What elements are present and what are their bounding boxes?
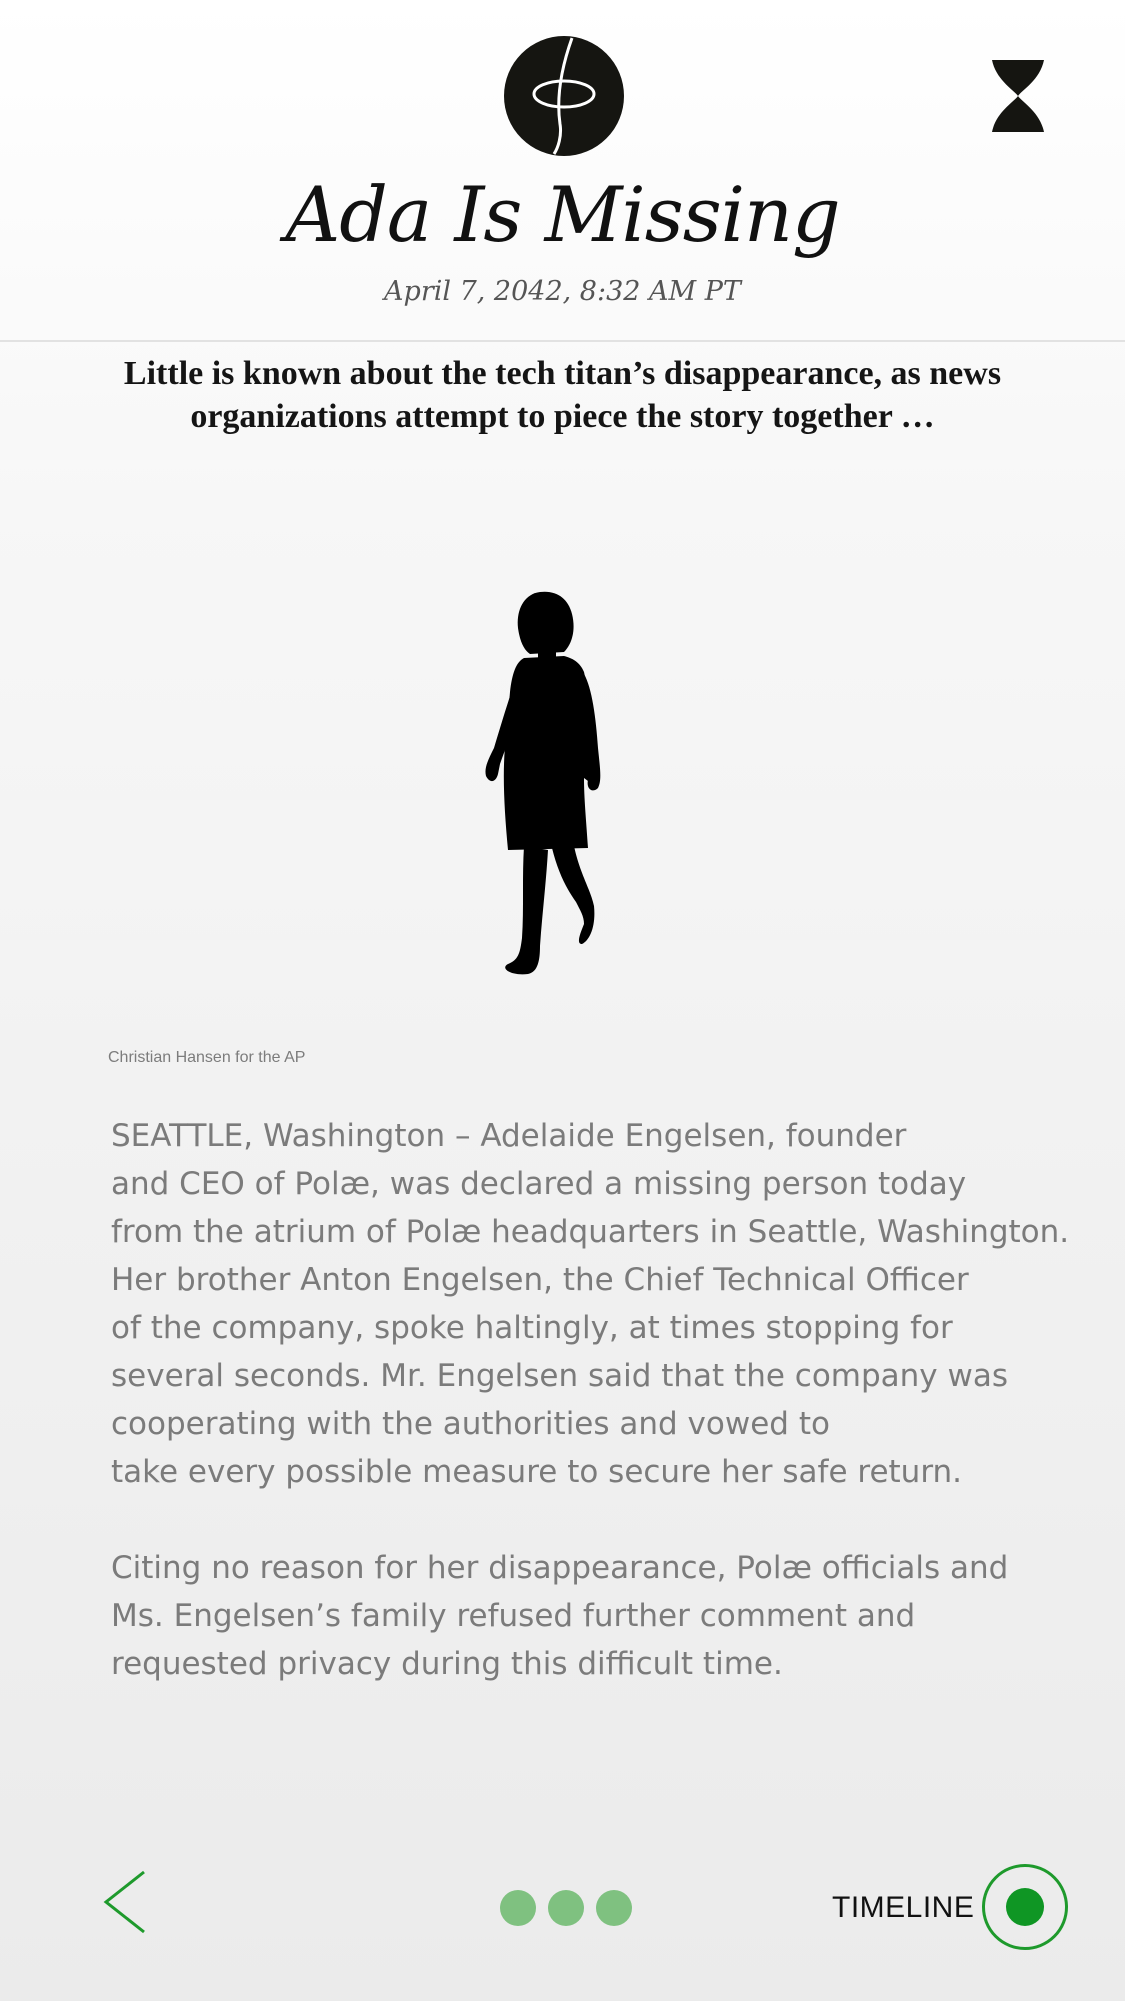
- page-dot[interactable]: [596, 1890, 632, 1926]
- timeline-button[interactable]: [982, 1864, 1068, 1950]
- hourglass-icon[interactable]: [990, 58, 1046, 134]
- article-dek: Little is known about the tech titan’s d…: [123, 355, 1002, 435]
- photo-caption: Christian Hansen for the AP: [108, 1049, 306, 1066]
- article-paragraph: Citing no reason for her disappearance, …: [111, 1550, 1009, 1682]
- page-dot[interactable]: [548, 1890, 584, 1926]
- article-body: SEATTLE, Washington – Adelaide Engelsen,…: [111, 1112, 1111, 1736]
- polae-logo-icon: [504, 36, 624, 156]
- silhouette-photo: [485, 591, 601, 975]
- page-indicator: [500, 1890, 632, 1926]
- timeline-label[interactable]: TIMELINE: [832, 1888, 974, 1928]
- chevron-left-icon[interactable]: [100, 1868, 150, 1936]
- article-title: Ada Is Missing: [285, 170, 840, 259]
- article-dateline: April 7, 2042, 8:32 AM PT: [384, 276, 741, 307]
- page-dot[interactable]: [500, 1890, 536, 1926]
- timeline-record-icon: [1006, 1888, 1044, 1926]
- article-paragraph: SEATTLE, Washington – Adelaide Engelsen,…: [111, 1118, 1070, 1490]
- article-header: Ada Is Missing April 7, 2042, 8:32 AM PT: [0, 0, 1125, 342]
